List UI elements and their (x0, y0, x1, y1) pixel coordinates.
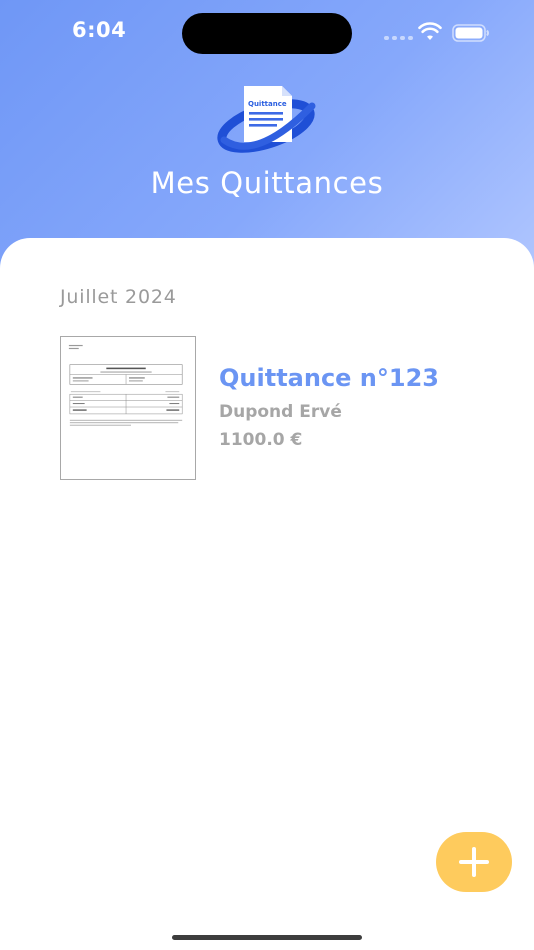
receipt-title: Quittance n°123 (219, 364, 439, 392)
cellular-icon (384, 36, 413, 40)
section-header-month: Juillet 2024 (60, 286, 177, 308)
receipt-thumbnail (60, 336, 196, 480)
status-time: 6:04 (72, 18, 127, 42)
receipt-list-item[interactable]: Quittance n°123 Dupond Ervé 1100.0 € (60, 336, 480, 482)
wifi-icon (418, 22, 442, 40)
receipt-amount: 1100.0 € (219, 430, 303, 450)
logo-label: Quittance (248, 100, 287, 108)
home-indicator (172, 935, 362, 940)
receipt-tenant: Dupond Ervé (219, 402, 342, 422)
document-icon: Quittance (217, 86, 316, 153)
dynamic-island (182, 13, 352, 54)
battery-icon (452, 24, 489, 42)
page-title: Mes Quittances (150, 166, 384, 200)
add-receipt-button[interactable] (436, 832, 512, 892)
plus-icon (459, 847, 489, 877)
